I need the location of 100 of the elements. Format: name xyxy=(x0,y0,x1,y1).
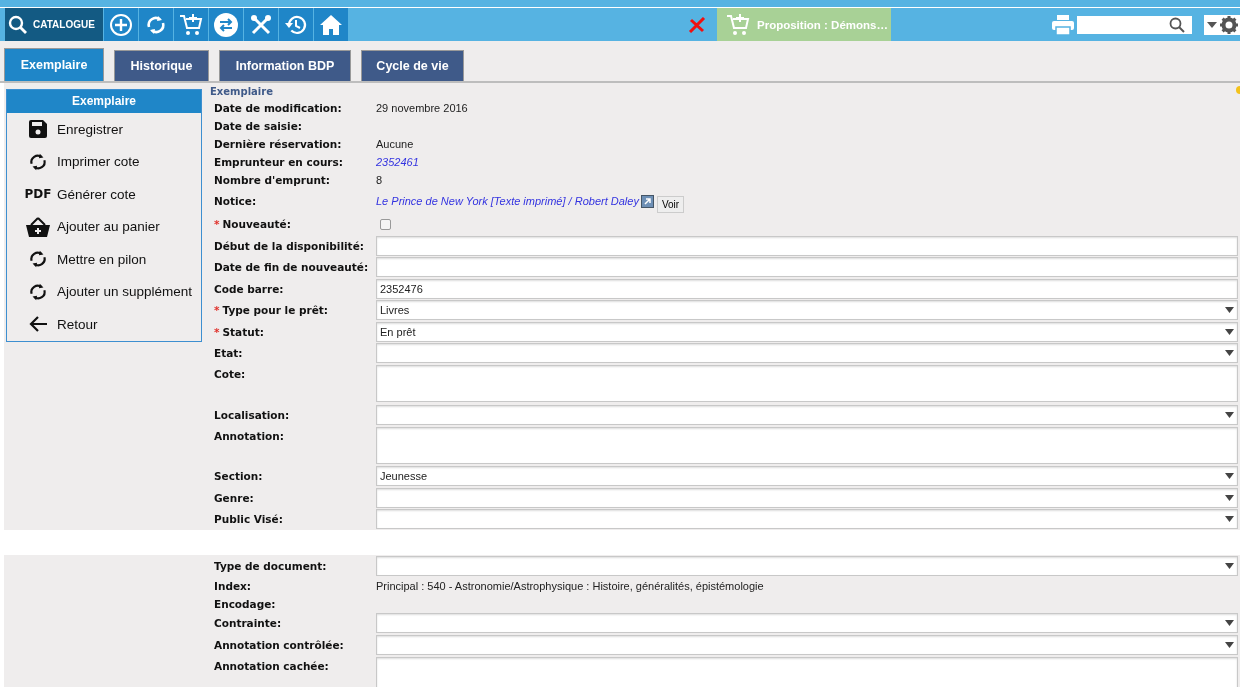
text-field[interactable] xyxy=(376,235,1238,256)
checkbox[interactable] xyxy=(380,218,391,230)
dropdown[interactable] xyxy=(376,404,1238,425)
add-icon xyxy=(109,12,133,37)
field-label: Genre: xyxy=(214,491,254,504)
swap-icon xyxy=(213,11,239,38)
field-label: Dernière réservation: xyxy=(214,138,342,150)
menu-item[interactable]: Imprimer cote xyxy=(7,145,201,178)
dropdown[interactable] xyxy=(376,487,1238,508)
text-area[interactable] xyxy=(376,365,1238,402)
field-label: Code barre: xyxy=(214,282,284,295)
cross-icon[interactable] xyxy=(688,16,706,33)
caret-icon xyxy=(1225,516,1234,523)
field-value: Aucune xyxy=(376,138,414,150)
caret-icon xyxy=(1206,21,1217,28)
menu-item[interactable]: Ajouter un supplément xyxy=(7,275,201,308)
hint-icon[interactable] xyxy=(1234,86,1240,96)
cart-add-icon xyxy=(178,11,204,38)
field-label: Section: xyxy=(214,470,263,483)
dropdown[interactable] xyxy=(376,613,1238,634)
swap-button[interactable] xyxy=(209,8,243,41)
settings-menu-button[interactable] xyxy=(1204,14,1240,35)
caret-icon xyxy=(1225,562,1234,569)
caret-icon xyxy=(1225,641,1234,648)
dropdown[interactable]: Jeunesse xyxy=(376,466,1238,487)
field-label: Encodage: xyxy=(214,597,276,610)
dropdown[interactable]: En prêt xyxy=(376,321,1238,342)
view-button[interactable]: Voir xyxy=(656,195,685,213)
field-label: Type de document: xyxy=(214,559,327,572)
save-icon xyxy=(28,119,48,140)
field-value: 8 xyxy=(376,174,383,186)
caret-icon xyxy=(1225,494,1234,501)
search-icon[interactable] xyxy=(1169,16,1185,33)
menu-item[interactable]: PDF Générer cote xyxy=(7,178,201,211)
text-area[interactable] xyxy=(376,426,1238,464)
menu-item[interactable]: Enregistrer xyxy=(7,113,201,146)
text-area[interactable] xyxy=(376,656,1238,687)
menu-item[interactable]: Mettre en pilon xyxy=(7,243,201,276)
cart-add-button[interactable] xyxy=(174,8,208,41)
caret-icon xyxy=(1225,473,1234,480)
dropdown[interactable] xyxy=(376,343,1238,364)
tab[interactable]: Information BDP xyxy=(219,50,351,81)
field-label: Date de modification: xyxy=(214,102,342,114)
menu-item[interactable]: Retour xyxy=(7,308,201,341)
dropdown[interactable] xyxy=(376,634,1238,655)
field-label: Statut: xyxy=(222,325,264,338)
field-label: Annotation: xyxy=(214,429,284,442)
back-arrow-icon xyxy=(28,315,48,334)
text-field[interactable]: 2352476 xyxy=(376,278,1238,299)
field-label: Notice: xyxy=(214,195,257,207)
field-label: Cote: xyxy=(214,368,246,380)
history-button[interactable] xyxy=(279,8,313,41)
field-label: Contrainte: xyxy=(214,617,282,630)
tab[interactable]: Cycle de vie xyxy=(361,50,464,81)
field-label: Localisation: xyxy=(214,408,290,421)
caret-icon xyxy=(1225,350,1234,357)
search-field[interactable] xyxy=(1077,15,1192,34)
basket-icon xyxy=(26,216,50,237)
field-value: 29 novembre 2016 xyxy=(376,102,468,114)
home-button[interactable] xyxy=(314,8,348,41)
tools-button[interactable] xyxy=(244,8,278,41)
tools-icon xyxy=(249,12,273,37)
field-label: Index: xyxy=(214,579,251,592)
field-label: Date de fin de nouveauté: xyxy=(214,261,369,274)
home-icon xyxy=(319,13,343,36)
field-label: Public Visé: xyxy=(214,513,283,526)
caret-icon xyxy=(1225,411,1234,418)
field-label: Nouveauté: xyxy=(222,218,291,230)
field-label: Début de la disponibilité: xyxy=(214,239,364,252)
catalogue-button[interactable]: CATALOGUE xyxy=(5,8,103,41)
field-label: Etat: xyxy=(214,347,243,360)
caret-icon xyxy=(1225,307,1234,314)
tab[interactable]: Exemplaire xyxy=(4,48,104,81)
add-button[interactable] xyxy=(104,8,138,41)
side-menu-title: Exemplaire xyxy=(7,90,201,113)
field-label: Emprunteur en cours: xyxy=(214,156,343,168)
text-field[interactable] xyxy=(376,257,1238,278)
pdf-icon: PDF xyxy=(24,187,52,202)
cart-add-icon xyxy=(725,11,751,38)
dropdown[interactable] xyxy=(376,509,1238,530)
dropdown[interactable]: Livres xyxy=(376,300,1238,321)
tab[interactable]: Historique xyxy=(114,50,209,81)
menu-item[interactable]: Ajouter au panier xyxy=(7,210,201,243)
record-link[interactable]: Le Prince de New York [Texte imprimé] / Robert Daley xyxy=(376,195,639,207)
field-label: Date de saisie: xyxy=(214,120,302,132)
section-title: Exemplaire xyxy=(210,85,273,97)
printer-icon[interactable] xyxy=(1051,13,1075,36)
required-asterisk: * xyxy=(214,218,220,230)
field-value: Principal : 540 - Astronomie/Astrophysique : Histoire, généralités, épistémologie xyxy=(376,579,764,592)
external-link-icon[interactable] xyxy=(640,194,654,208)
required-asterisk: * xyxy=(214,325,220,338)
search-icon xyxy=(8,14,28,35)
record-link[interactable]: 2352461 xyxy=(376,156,419,168)
dropdown[interactable] xyxy=(376,555,1238,576)
refresh-button[interactable] xyxy=(139,8,173,41)
caret-icon xyxy=(1225,328,1234,335)
field-label: Annotation cachée: xyxy=(214,659,329,672)
field-label: Nombre d'emprunt: xyxy=(214,174,331,186)
required-asterisk: * xyxy=(214,304,220,317)
caret-icon xyxy=(1225,620,1234,627)
